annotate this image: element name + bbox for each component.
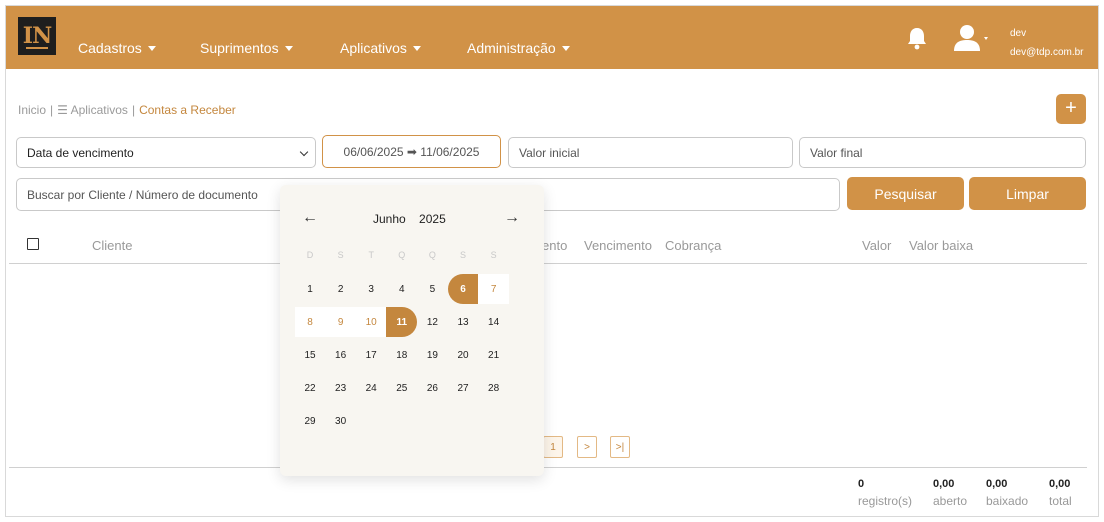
calendar-day-28[interactable]: 28	[478, 373, 509, 403]
prev-month-arrow-icon[interactable]: ←	[302, 209, 318, 227]
weekday-label: S	[490, 250, 497, 260]
summary-total-value: 0,00	[1049, 478, 1071, 490]
summary-total-label: total	[1049, 494, 1072, 508]
calendar-day-9[interactable]: 9	[325, 307, 357, 337]
top-navbar: IN Cadastros Suprimentos Aplicativos Adm…	[6, 6, 1098, 69]
search-button[interactable]: Pesquisar	[847, 177, 964, 210]
calendar-day-13[interactable]: 13	[448, 307, 479, 337]
calendar-day-6[interactable]: 6	[447, 274, 479, 304]
weekday-label: Q	[398, 250, 406, 260]
calendar-day-24[interactable]: 24	[356, 373, 387, 403]
date-type-select[interactable]: Data de vencimento	[16, 137, 316, 168]
column-header-cobranca[interactable]: Cobrança	[665, 238, 721, 253]
calendar-day-14[interactable]: 14	[478, 307, 509, 337]
table-footer-divider	[9, 467, 1087, 468]
summary-count-label: registro(s)	[858, 494, 913, 508]
menu-administracao[interactable]: Administração	[467, 40, 570, 56]
weekday-label: T	[368, 250, 374, 260]
weekday-label: S	[337, 250, 344, 260]
calendar-day-29[interactable]: 29	[295, 406, 326, 436]
calendar-day-26[interactable]: 26	[417, 373, 448, 403]
calendar-day-30[interactable]: 30	[325, 406, 356, 436]
add-button[interactable]: +	[1056, 94, 1086, 124]
calendar-year[interactable]: 2025	[419, 212, 446, 226]
calendar-day-17[interactable]: 17	[356, 340, 387, 370]
valor-inicial-input[interactable]: Valor inicial	[508, 137, 793, 168]
caret-down-icon	[412, 45, 421, 51]
user-name: dev	[1010, 28, 1027, 39]
column-header-lancamento[interactable]: ento	[542, 238, 567, 253]
calendar-day-2[interactable]: 2	[325, 274, 356, 304]
weekday-label: D	[306, 250, 314, 260]
calendar-title: Junho 2025	[373, 212, 446, 226]
breadcrumb-current: Contas a Receber	[139, 103, 236, 117]
calendar-day-21[interactable]: 21	[478, 340, 509, 370]
page-next-button[interactable]: >	[577, 436, 597, 458]
calendar-day-19[interactable]: 19	[417, 340, 448, 370]
weekday-label: Q	[428, 250, 436, 260]
column-header-valor[interactable]: Valor	[862, 238, 891, 253]
calendar-day-25[interactable]: 25	[386, 373, 417, 403]
calendar-day-1[interactable]: 1	[295, 274, 326, 304]
calendar-day-5[interactable]: 5	[417, 274, 448, 304]
calendar-month[interactable]: Junho	[373, 212, 406, 226]
user-icon[interactable]	[954, 24, 990, 52]
calendar-day-18[interactable]: 18	[386, 340, 417, 370]
user-email: dev@tdp.com.br	[1010, 47, 1084, 58]
column-header-valor-baixa[interactable]: Valor baixa	[909, 238, 973, 253]
select-all-checkbox[interactable]	[27, 238, 39, 250]
menu-aplicativos[interactable]: Aplicativos	[340, 40, 421, 56]
summary-paid-value: 0,00	[986, 478, 1008, 490]
calendar-day-16[interactable]: 16	[325, 340, 356, 370]
weekday-label: S	[459, 250, 466, 260]
caret-down-icon	[147, 45, 156, 51]
calendar-day-23[interactable]: 23	[325, 373, 356, 403]
page-last-button[interactable]: >|	[610, 436, 630, 458]
calendar-day-4[interactable]: 4	[386, 274, 417, 304]
logo[interactable]: IN	[18, 17, 56, 55]
date-range-input[interactable]: 06/06/2025 ➡ 11/06/2025	[322, 135, 501, 168]
calendar-day-8[interactable]: 8	[294, 307, 326, 337]
summary-paid-label: baixado	[986, 494, 1029, 508]
table-header-divider	[9, 263, 1087, 264]
bell-icon[interactable]	[906, 26, 928, 50]
summary-count-value: 0	[858, 478, 865, 490]
calendar-day-3[interactable]: 3	[356, 274, 387, 304]
calendar-day-15[interactable]: 15	[295, 340, 326, 370]
breadcrumb-aplicativos[interactable]: ☰ Aplicativos	[57, 103, 128, 117]
date-range-calendar: ← Junho 2025 → D S T Q Q S S 1 2 3 4 5 6 7 8 9 10 11 12 13 1…	[280, 185, 544, 476]
column-header-vencimento[interactable]: Vencimento	[584, 238, 652, 253]
menu-cadastros[interactable]: Cadastros	[78, 40, 156, 56]
breadcrumb-home[interactable]: Inicio	[18, 103, 46, 117]
clear-button[interactable]: Limpar	[969, 177, 1086, 210]
calendar-day-27[interactable]: 27	[448, 373, 479, 403]
summary-open-value: 0,00	[933, 478, 955, 490]
calendar-day-7[interactable]: 7	[478, 274, 510, 304]
valor-final-input[interactable]: Valor final	[799, 137, 1086, 168]
logo-text: IN	[22, 23, 52, 49]
column-header-cliente[interactable]: Cliente	[92, 238, 132, 253]
chevron-down-icon	[299, 147, 309, 157]
breadcrumb: Inicio | ☰ Aplicativos | Contas a Recebe…	[18, 103, 236, 117]
page-current-button[interactable]: 1	[543, 436, 563, 458]
summary-open-label: aberto	[933, 494, 968, 508]
menu-suprimentos[interactable]: Suprimentos	[200, 40, 293, 56]
calendar-day-10[interactable]: 10	[355, 307, 387, 337]
calendar-day-12[interactable]: 12	[417, 307, 448, 337]
caret-down-icon	[561, 45, 570, 51]
calendar-day-11[interactable]: 11	[386, 307, 418, 337]
caret-down-icon	[284, 45, 293, 51]
calendar-day-22[interactable]: 22	[295, 373, 326, 403]
calendar-day-20[interactable]: 20	[448, 340, 479, 370]
next-month-arrow-icon[interactable]: →	[504, 209, 520, 227]
app-window: IN Cadastros Suprimentos Aplicativos Adm…	[5, 5, 1099, 517]
